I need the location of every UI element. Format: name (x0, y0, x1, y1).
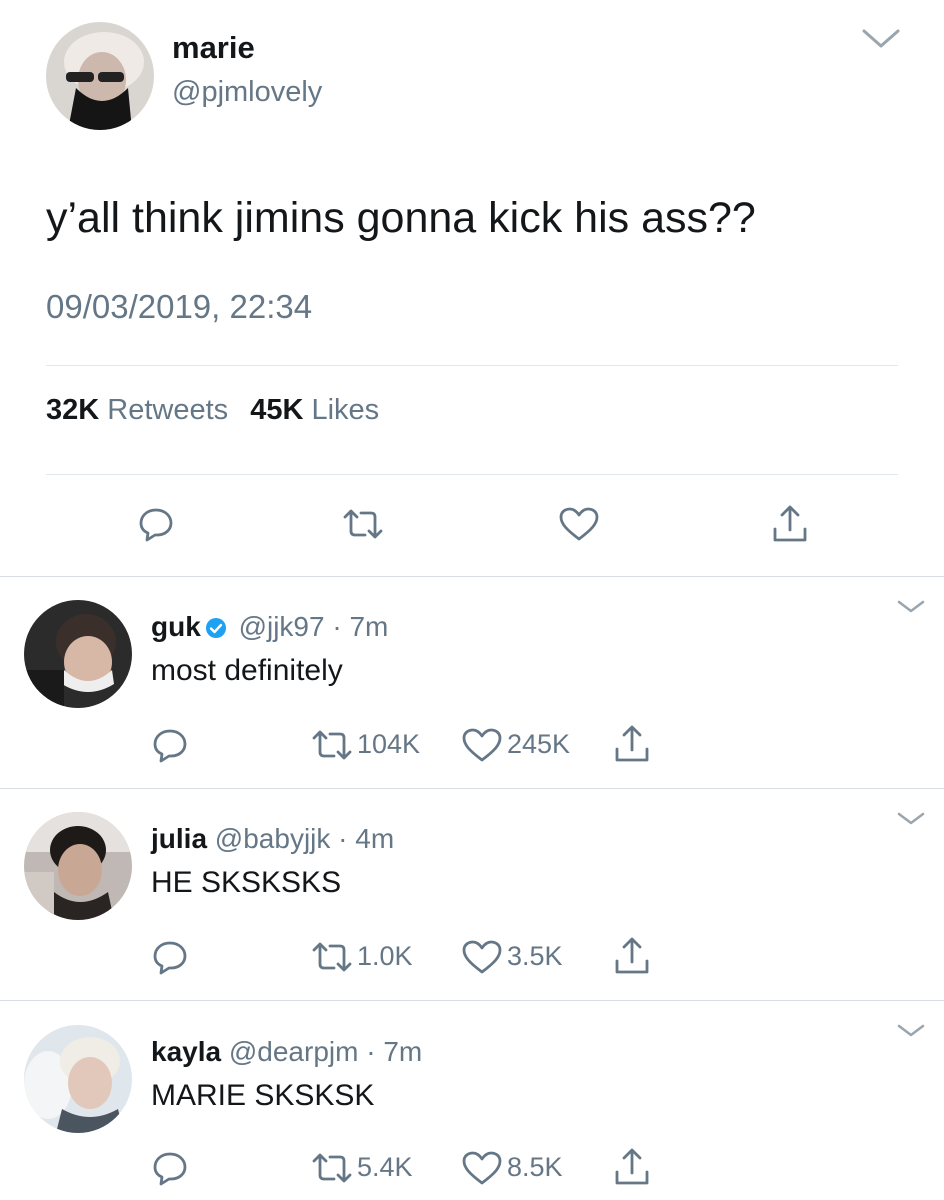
share-icon[interactable] (612, 934, 652, 974)
divider (46, 474, 898, 475)
reply-icon[interactable] (150, 725, 190, 765)
like-icon[interactable] (460, 937, 502, 977)
retweets-label[interactable]: Retweets (107, 394, 228, 426)
reply-time: 7m (349, 611, 389, 642)
main-handle[interactable]: @pjmlovely (172, 76, 322, 109)
retweet-count[interactable]: 5.4K (357, 1152, 413, 1183)
chevron-down-icon[interactable] (896, 598, 926, 616)
retweets-count[interactable]: 32K (46, 394, 99, 426)
retweet-count[interactable]: 104K (357, 729, 420, 760)
reply-avatar[interactable] (24, 600, 132, 708)
tweet-text: y’all think jimins gonna kick his ass?? (46, 194, 756, 242)
share-icon[interactable] (612, 722, 652, 762)
divider (0, 1000, 944, 1001)
reply-icon[interactable] (136, 504, 176, 544)
reply-text: HE SKSKSKS (151, 866, 342, 899)
reply-icon[interactable] (150, 937, 190, 977)
like-count[interactable]: 245K (507, 729, 570, 760)
tweet-stats: 32K Retweets 45K Likes (46, 394, 379, 427)
reply-avatar[interactable] (24, 812, 132, 920)
retweet-count[interactable]: 1.0K (357, 941, 413, 972)
chevron-down-icon[interactable] (896, 810, 926, 828)
tweet-timestamp: 09/03/2019, 22:34 (46, 288, 313, 325)
separator-dot: · (366, 1036, 376, 1067)
likes-count[interactable]: 45K (250, 394, 303, 426)
reply-text: MARIE SKSKSK (151, 1079, 375, 1112)
retweet-icon[interactable] (310, 937, 352, 977)
retweet-icon[interactable] (341, 504, 383, 544)
like-count[interactable]: 8.5K (507, 1152, 563, 1183)
reply-time: 7m (383, 1036, 423, 1067)
separator-dot: · (338, 823, 348, 854)
chevron-down-icon[interactable] (860, 26, 902, 52)
separator-dot: · (332, 611, 342, 642)
reply-handle[interactable]: @dearpjm (229, 1036, 359, 1067)
reply-header: julia @babyjjk · 4m (151, 823, 394, 855)
like-icon[interactable] (557, 504, 599, 544)
divider (46, 365, 898, 366)
reply-handle[interactable]: @babyjjk (215, 823, 331, 854)
reply-icon[interactable] (150, 1148, 190, 1188)
verified-badge-icon (205, 614, 227, 638)
chevron-down-icon[interactable] (896, 1022, 926, 1040)
share-icon[interactable] (612, 1145, 652, 1185)
likes-label[interactable]: Likes (311, 394, 379, 426)
main-avatar[interactable] (46, 22, 154, 130)
reply-header: guk @jjk97 · 7m (151, 611, 388, 643)
divider (0, 788, 944, 789)
reply-display-name[interactable]: guk (151, 611, 201, 642)
reply-handle[interactable]: @jjk97 (239, 611, 325, 642)
retweet-icon[interactable] (310, 725, 352, 765)
reply-text: most definitely (151, 654, 343, 687)
divider (0, 576, 944, 577)
main-display-name[interactable]: marie (172, 30, 255, 66)
like-count[interactable]: 3.5K (507, 941, 563, 972)
share-icon[interactable] (770, 502, 810, 542)
reply-header: kayla @dearpjm · 7m (151, 1036, 422, 1068)
like-icon[interactable] (460, 1148, 502, 1188)
reply-display-name[interactable]: julia (151, 823, 207, 854)
reply-display-name[interactable]: kayla (151, 1036, 221, 1067)
reply-time: 4m (355, 823, 395, 854)
like-icon[interactable] (460, 725, 502, 765)
retweet-icon[interactable] (310, 1148, 352, 1188)
reply-avatar[interactable] (24, 1025, 132, 1133)
